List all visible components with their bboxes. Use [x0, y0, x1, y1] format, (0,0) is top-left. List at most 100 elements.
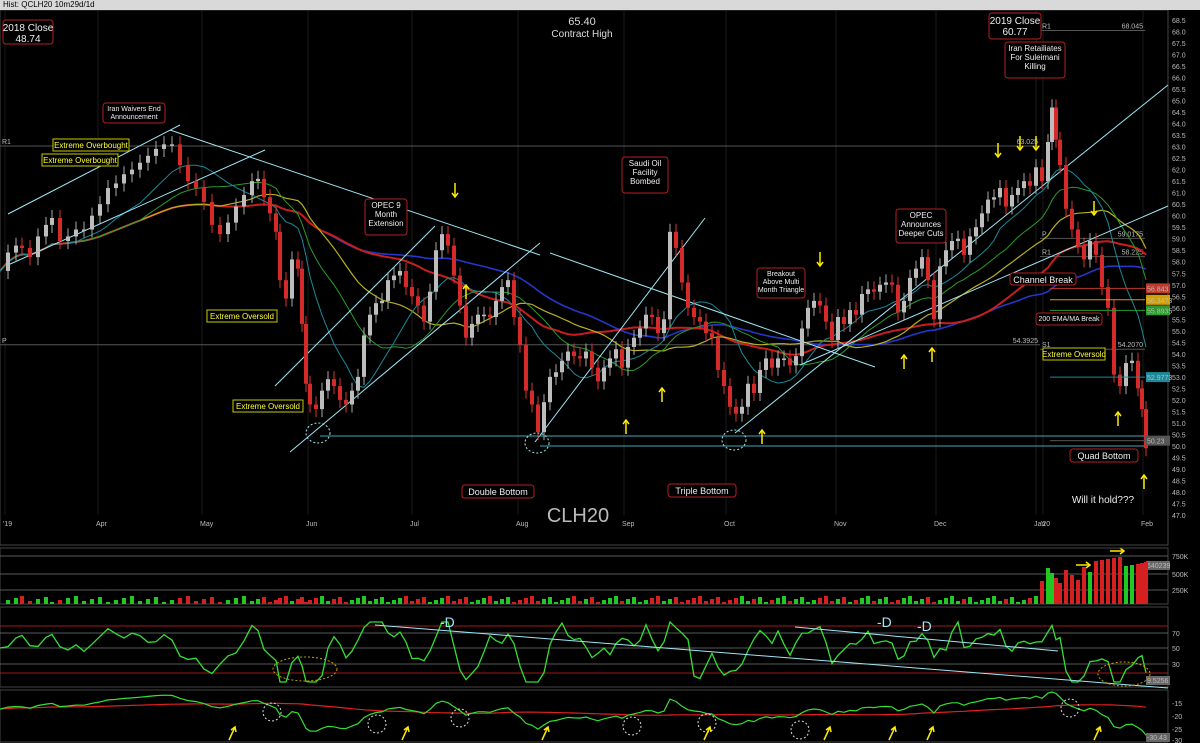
divergence-label-2: -D	[877, 614, 892, 630]
candle-body	[992, 197, 996, 200]
candle-body	[896, 284, 900, 313]
candle-body	[548, 376, 552, 403]
candle-body	[262, 178, 266, 198]
extreme-label-text: Extreme Oversold	[236, 402, 300, 411]
candle-body	[638, 328, 642, 338]
volume-bar	[138, 601, 142, 604]
symbol-label: CLH20	[547, 505, 609, 527]
volume-bar	[458, 599, 462, 604]
candle-body	[326, 379, 330, 391]
candle-body	[650, 314, 654, 317]
volume-bar	[572, 596, 576, 604]
volume-bar	[974, 602, 978, 604]
annotation-box: Channel Break	[1009, 272, 1077, 286]
volume-bar	[50, 602, 54, 604]
time-tick: Nov	[834, 521, 847, 528]
volume-bar	[210, 597, 214, 604]
price-tick: 49.0	[1172, 467, 1186, 474]
candle-body	[860, 293, 864, 315]
volume-bar	[170, 600, 174, 604]
annotation-box: 2019 Close60.77	[988, 12, 1042, 40]
volume-bar	[518, 600, 522, 604]
candle-body	[812, 300, 816, 308]
candle-body	[854, 310, 858, 315]
volume-bar	[130, 596, 134, 604]
candle-body	[884, 282, 888, 285]
price-tick: 51.0	[1172, 421, 1186, 428]
candle-body	[698, 317, 702, 322]
candle-body	[938, 266, 942, 320]
candle-body	[530, 390, 534, 405]
annotation-box: Triple Bottom	[667, 483, 737, 498]
candle-body	[878, 284, 882, 292]
candle-body	[482, 314, 486, 317]
volume-bar	[290, 601, 294, 604]
volume-bar	[326, 601, 330, 604]
volume-bar	[872, 601, 876, 604]
time-tick: Aug	[516, 521, 529, 528]
candle-body	[608, 358, 612, 368]
time-tick: Sep	[622, 521, 635, 528]
volume-bar	[794, 599, 798, 604]
candle-body	[680, 247, 684, 283]
volume-bar	[686, 600, 690, 604]
candle-body	[162, 144, 166, 149]
price-tick: 56.0	[1172, 306, 1186, 313]
candle-body	[1082, 245, 1086, 260]
volume-bar	[578, 601, 582, 604]
extreme-label-text: Extreme Oversold	[1042, 350, 1106, 359]
candle-body	[458, 275, 462, 306]
volume-bar	[1100, 560, 1104, 604]
volume-bar	[992, 596, 996, 604]
candle-body	[836, 317, 840, 341]
price-chart-workspace[interactable]: 47.0 47.5 48.0 48.5 49.0 49.5 50.0 50.5 51.0 51.5…	[0, 10, 1200, 743]
annotation-box: BreakoutAbove MultiMonth Triangle	[756, 267, 806, 299]
candle-body	[788, 358, 792, 366]
volume-tick: 500K	[1172, 572, 1189, 579]
candle-body	[380, 300, 384, 304]
volume-bar	[1144, 562, 1148, 604]
candle-body	[464, 305, 468, 338]
volume-bar	[428, 602, 432, 604]
annotation-text: Bombed	[630, 177, 660, 186]
window-title: Hist: QCLH20 10m29d/1d	[3, 0, 95, 9]
candle-body	[506, 280, 510, 288]
volume-bar	[944, 598, 948, 604]
volume-tag-text: 640239	[1147, 563, 1170, 570]
annotation-text: Above Multi	[763, 279, 800, 286]
candle-body	[1088, 241, 1092, 260]
volume-bar	[734, 598, 738, 604]
volume-bar	[500, 599, 504, 604]
volume-bar	[800, 597, 804, 604]
candle-body	[794, 356, 798, 366]
volume-bar	[560, 600, 564, 604]
candle-body	[470, 323, 474, 338]
price-tick: 49.5	[1172, 455, 1186, 462]
candle-body	[154, 148, 158, 156]
oscillator-tick: 50	[1172, 646, 1180, 653]
candle-body	[1058, 139, 1062, 166]
extreme-label-text: Extreme Overbought	[43, 156, 118, 165]
candle-body	[662, 319, 666, 334]
candle-body	[824, 305, 828, 322]
candle-body	[1106, 287, 1110, 308]
volume-bar	[1124, 566, 1128, 604]
volume-bar	[950, 596, 954, 604]
candle-body	[986, 199, 990, 214]
pivot-label: R1	[2, 139, 11, 146]
volume-bar	[1130, 565, 1134, 604]
volume-tick: 250K	[1172, 588, 1189, 595]
volume-bar	[356, 598, 360, 604]
price-tick: 67.0	[1172, 53, 1186, 60]
annotation-text: 2018 Close	[3, 23, 54, 34]
volume-bar	[464, 597, 468, 604]
extreme-label: Extreme Oversold	[1042, 347, 1106, 361]
extreme-label-text: Extreme Oversold	[210, 312, 274, 321]
price-tick: 60.0	[1172, 214, 1186, 221]
candle-body	[36, 236, 40, 258]
candle-body	[428, 291, 432, 322]
volume-bar	[284, 596, 288, 604]
price-tick: 47.5	[1172, 501, 1186, 508]
candle-body	[170, 144, 174, 146]
momentum-tick: -20	[1172, 714, 1182, 721]
